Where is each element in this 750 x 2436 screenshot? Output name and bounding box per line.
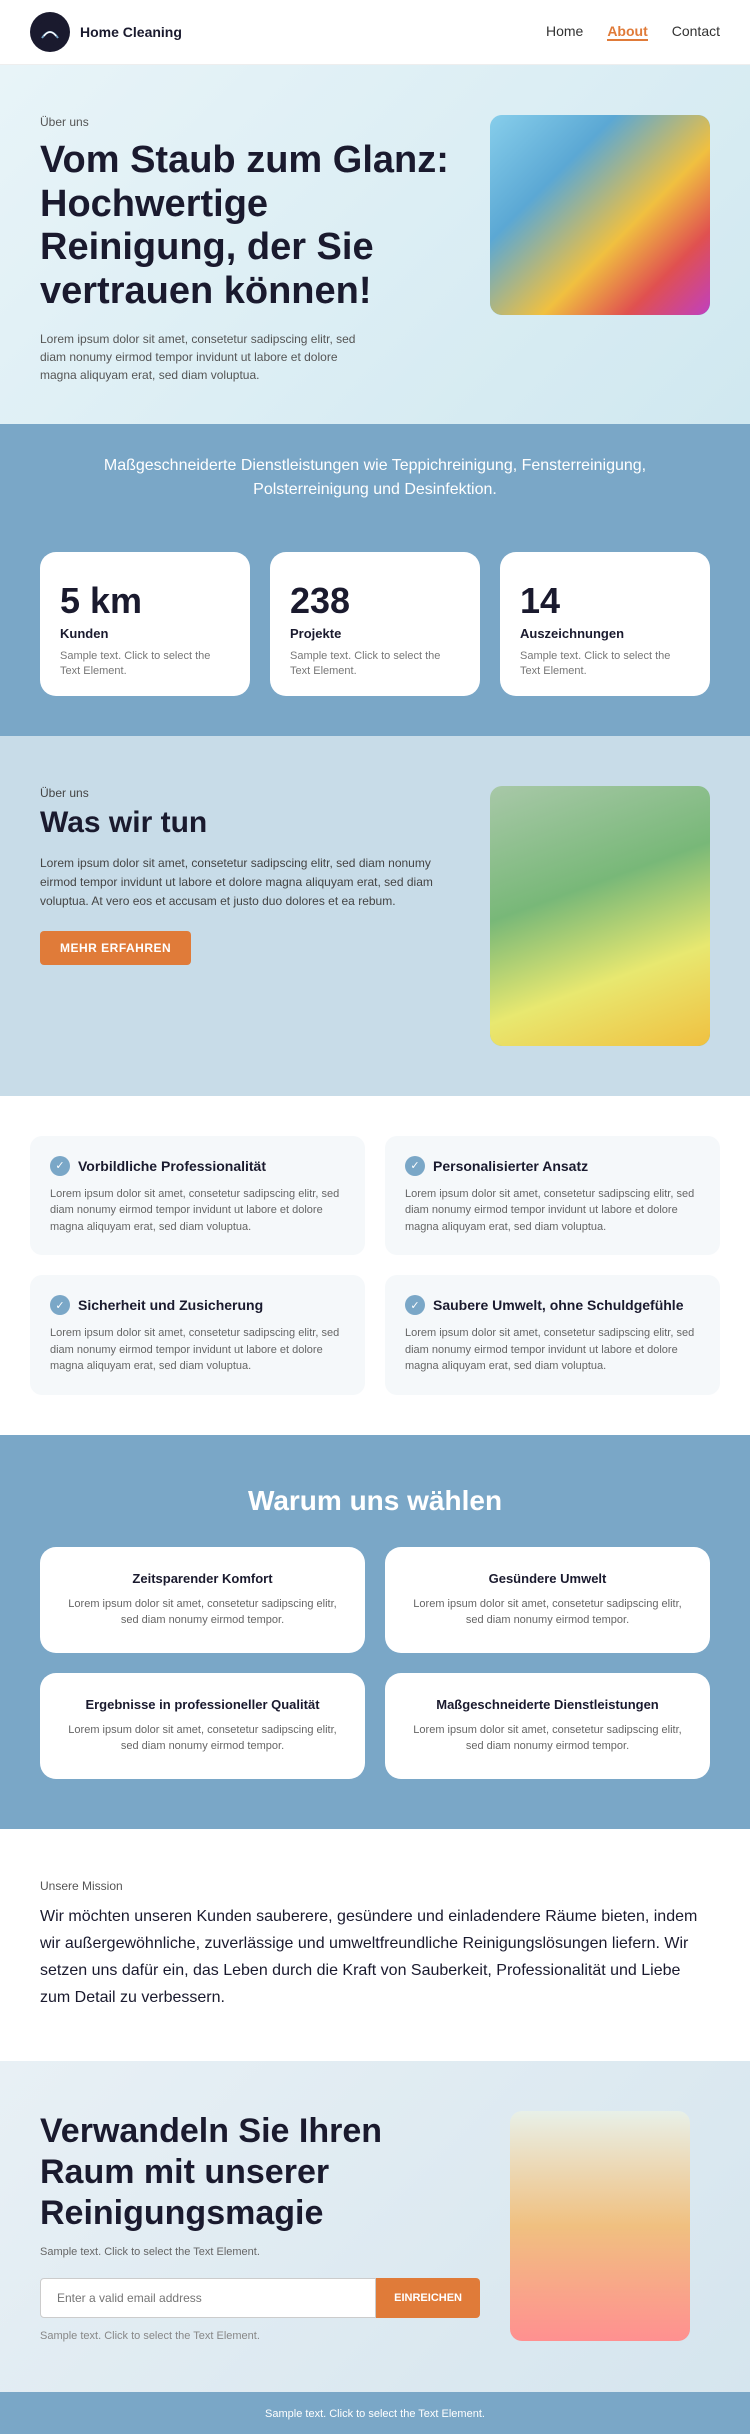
feature-header-2: Sicherheit und Zusicherung (50, 1295, 345, 1315)
cta-desc: Sample text. Click to select the Text El… (40, 2246, 480, 2258)
brand-name: Home Cleaning (80, 24, 182, 41)
cta-image-visual (510, 2111, 690, 2341)
feature-text-3: Lorem ipsum dolor sit amet, consetetur s… (405, 1325, 700, 1375)
footer-text: Sample text. Click to select the Text El… (265, 2408, 485, 2420)
why-card-text-2: Lorem ipsum dolor sit amet, consetetur s… (60, 1722, 345, 1755)
feature-card-1: Personalisierter Ansatz Lorem ipsum dolo… (385, 1136, 720, 1256)
about-image (490, 786, 710, 1046)
hero-label: Über uns (40, 115, 470, 129)
stat-number-2: 14 (520, 580, 690, 622)
why-card-text-1: Lorem ipsum dolor sit amet, consetetur s… (405, 1596, 690, 1629)
stat-desc-1: Sample text. Click to select the Text El… (290, 649, 460, 680)
why-grid: Zeitsparender Komfort Lorem ipsum dolor … (40, 1547, 710, 1779)
navbar: Home Cleaning Home About Contact (0, 0, 750, 65)
stat-label-0: Kunden (60, 626, 230, 641)
feature-card-2: Sicherheit und Zusicherung Lorem ipsum d… (30, 1275, 365, 1395)
stat-label-2: Auszeichnungen (520, 626, 690, 641)
feature-text-0: Lorem ipsum dolor sit amet, consetetur s… (50, 1186, 345, 1236)
email-input[interactable] (40, 2278, 376, 2318)
hero-content: Über uns Vom Staub zum Glanz: Hochwertig… (40, 115, 490, 384)
feature-title-1: Personalisierter Ansatz (433, 1158, 588, 1174)
why-section: Warum uns wählen Zeitsparender Komfort L… (0, 1435, 750, 1829)
cta-title: Verwandeln Sie Ihren Raum mit unserer Re… (40, 2111, 480, 2233)
stat-number-0: 5 km (60, 580, 230, 622)
why-card-text-0: Lorem ipsum dolor sit amet, consetetur s… (60, 1596, 345, 1629)
stat-card-1: 238 Projekte Sample text. Click to selec… (270, 552, 480, 696)
about-section: Über uns Was wir tun Lorem ipsum dolor s… (0, 736, 750, 1096)
why-card-text-3: Lorem ipsum dolor sit amet, consetetur s… (405, 1722, 690, 1755)
cta-small-text: Sample text. Click to select the Text El… (40, 2330, 480, 2342)
hero-title: Vom Staub zum Glanz: Hochwertige Reinigu… (40, 139, 470, 314)
mission-text: Wir möchten unseren Kunden sauberere, ge… (40, 1903, 710, 2012)
nav-contact[interactable]: Contact (672, 23, 720, 41)
why-card-title-2: Ergebnisse in professioneller Qualität (60, 1697, 345, 1712)
hero-text: Lorem ipsum dolor sit amet, consetetur s… (40, 330, 360, 384)
why-card-title-0: Zeitsparender Komfort (60, 1571, 345, 1586)
feature-icon-2 (50, 1295, 70, 1315)
feature-header-1: Personalisierter Ansatz (405, 1156, 700, 1176)
mission-label: Unsere Mission (40, 1879, 710, 1893)
feature-text-1: Lorem ipsum dolor sit amet, consetetur s… (405, 1186, 700, 1236)
hero-image-visual (490, 115, 710, 315)
cta-section: Verwandeln Sie Ihren Raum mit unserer Re… (0, 2061, 750, 2391)
stat-label-1: Projekte (290, 626, 460, 641)
services-banner: Maßgeschneiderte Dienstleistungen wie Te… (0, 424, 750, 532)
about-image-visual (490, 786, 710, 1046)
nav-links: Home About Contact (546, 23, 720, 41)
nav-home[interactable]: Home (546, 23, 583, 41)
logo[interactable]: Home Cleaning (30, 12, 182, 52)
feature-icon-3 (405, 1295, 425, 1315)
stats-grid: 5 km Kunden Sample text. Click to select… (40, 552, 710, 696)
why-card-title-3: Maßgeschneiderte Dienstleistungen (405, 1697, 690, 1712)
stat-card-0: 5 km Kunden Sample text. Click to select… (40, 552, 250, 696)
feature-card-0: Vorbildliche Professionalität Lorem ipsu… (30, 1136, 365, 1256)
logo-icon (30, 12, 70, 52)
features-section: Vorbildliche Professionalität Lorem ipsu… (0, 1096, 750, 1435)
why-card-title-1: Gesündere Umwelt (405, 1571, 690, 1586)
about-content: Über uns Was wir tun Lorem ipsum dolor s… (40, 786, 460, 966)
why-card-1: Gesündere Umwelt Lorem ipsum dolor sit a… (385, 1547, 710, 1653)
nav-about[interactable]: About (607, 23, 647, 41)
why-card-3: Maßgeschneiderte Dienstleistungen Lorem … (385, 1673, 710, 1779)
feature-title-0: Vorbildliche Professionalität (78, 1158, 266, 1174)
stats-section: 5 km Kunden Sample text. Click to select… (0, 532, 750, 736)
stat-desc-0: Sample text. Click to select the Text El… (60, 649, 230, 680)
submit-button[interactable]: EINREICHEN (376, 2278, 480, 2318)
stat-card-2: 14 Auszeichnungen Sample text. Click to … (500, 552, 710, 696)
hero-image (490, 115, 710, 315)
about-text: Lorem ipsum dolor sit amet, consetetur s… (40, 854, 460, 912)
why-card-0: Zeitsparender Komfort Lorem ipsum dolor … (40, 1547, 365, 1653)
hero-section: Über uns Vom Staub zum Glanz: Hochwertig… (0, 65, 750, 424)
feature-title-3: Saubere Umwelt, ohne Schuldgefühle (433, 1297, 683, 1313)
services-text: Maßgeschneiderte Dienstleistungen wie Te… (60, 454, 690, 502)
cta-image (510, 2111, 710, 2341)
why-card-2: Ergebnisse in professioneller Qualität L… (40, 1673, 365, 1779)
cta-content: Verwandeln Sie Ihren Raum mit unserer Re… (40, 2111, 480, 2341)
feature-icon-1 (405, 1156, 425, 1176)
feature-icon-0 (50, 1156, 70, 1176)
feature-text-2: Lorem ipsum dolor sit amet, consetetur s… (50, 1325, 345, 1375)
about-title: Was wir tun (40, 806, 460, 840)
stat-desc-2: Sample text. Click to select the Text El… (520, 649, 690, 680)
why-title: Warum uns wählen (40, 1485, 710, 1517)
feature-header-3: Saubere Umwelt, ohne Schuldgefühle (405, 1295, 700, 1315)
footer: Sample text. Click to select the Text El… (0, 2392, 750, 2434)
learn-more-button[interactable]: MEHR ERFAHREN (40, 931, 191, 965)
mission-section: Unsere Mission Wir möchten unseren Kunde… (0, 1829, 750, 2062)
feature-title-2: Sicherheit und Zusicherung (78, 1297, 263, 1313)
about-label: Über uns (40, 786, 460, 800)
feature-header-0: Vorbildliche Professionalität (50, 1156, 345, 1176)
feature-card-3: Saubere Umwelt, ohne Schuldgefühle Lorem… (385, 1275, 720, 1395)
stat-number-1: 238 (290, 580, 460, 622)
features-grid: Vorbildliche Professionalität Lorem ipsu… (30, 1136, 720, 1395)
cta-form: EINREICHEN (40, 2278, 480, 2318)
